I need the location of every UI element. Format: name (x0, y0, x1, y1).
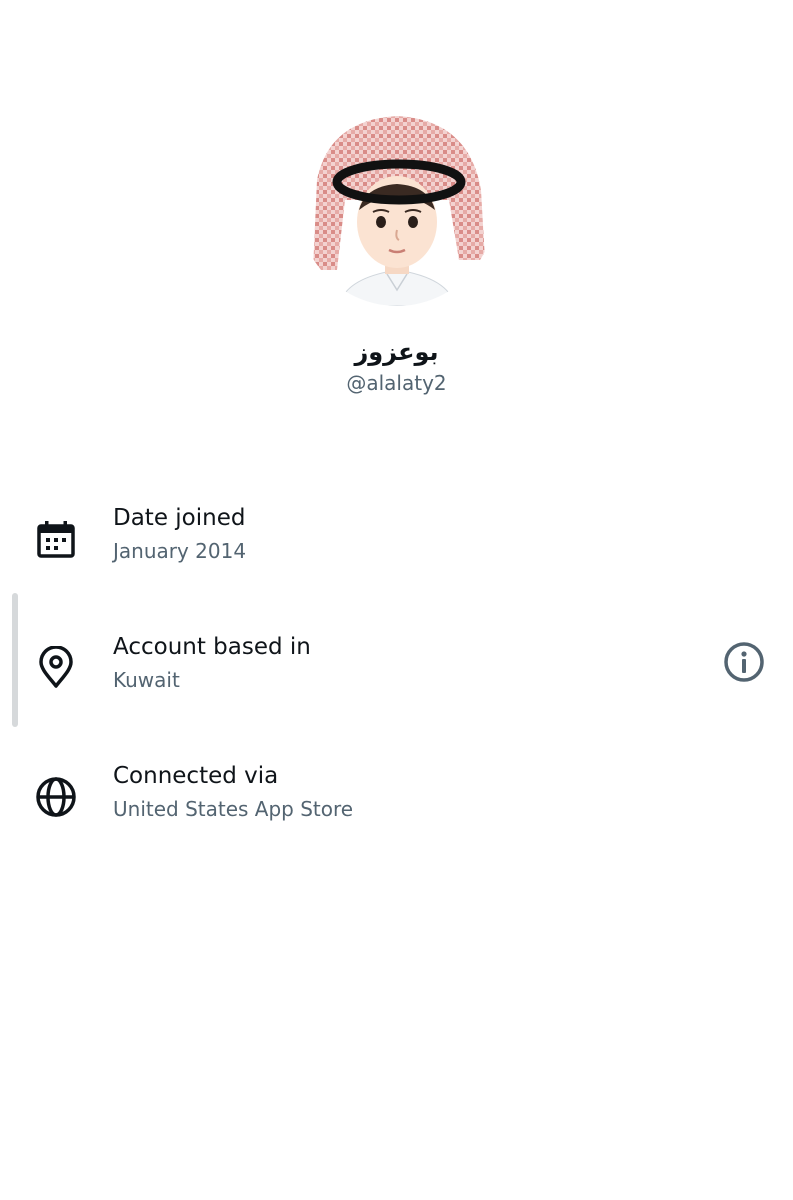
connected-via-text: Connected via United States App Store (113, 761, 353, 822)
avatar[interactable] (299, 110, 495, 306)
account-based-in-value: Kuwait (113, 668, 180, 692)
date-joined-label: Date joined (113, 505, 246, 531)
connected-via-value: United States App Store (113, 797, 354, 821)
info-icon[interactable] (722, 640, 766, 684)
username-handle: @alalaty2 (346, 371, 447, 395)
display-name: بوعزوز (354, 338, 439, 366)
connected-via-label: Connected via (113, 763, 279, 789)
info-row-connected-via: Connected via United States App Store (0, 761, 793, 871)
info-row-account-based-in: Account based in Kuwait (0, 632, 793, 742)
avatar-illustration (299, 110, 495, 306)
date-joined-text: Date joined January 2014 (113, 503, 246, 564)
account-based-in-text: Account based in Kuwait (113, 632, 311, 693)
location-pin-icon (34, 645, 78, 690)
date-joined-value: January 2014 (113, 539, 247, 563)
account-based-in-label: Account based in (113, 634, 311, 660)
calendar-icon (34, 517, 78, 561)
globe-icon (34, 775, 78, 819)
info-row-date-joined: Date joined January 2014 (0, 503, 793, 613)
